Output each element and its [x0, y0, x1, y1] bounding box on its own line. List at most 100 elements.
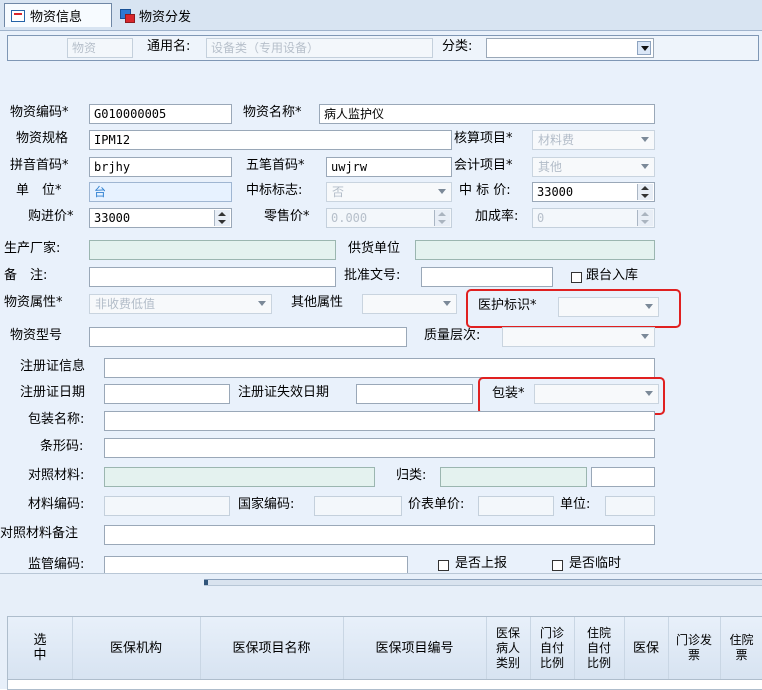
bid-price-label: 中 标 价: — [459, 183, 511, 198]
grid-header-inpatient-invoice[interactable]: 住院 票 — [720, 617, 762, 679]
material-spec-input[interactable]: IPM12 — [89, 130, 452, 150]
classify-extra-input[interactable] — [591, 467, 655, 487]
price-unit-input[interactable] — [478, 496, 554, 516]
tab-bar: 物资信息 物资分发 — [0, 0, 762, 31]
classify-label: 归类: — [396, 468, 427, 483]
manufacturer-input[interactable] — [89, 240, 336, 260]
grid-header-insurance[interactable]: 医保 — [624, 617, 669, 679]
bid-price-input[interactable]: 33000 — [532, 182, 655, 202]
cert-expire-label: 注册证失效日期 — [238, 385, 330, 400]
package-name-input[interactable] — [104, 411, 655, 431]
category-label: 分类: — [442, 39, 473, 54]
material-model-input[interactable] — [89, 327, 407, 347]
pinyin-label: 拼音首码* — [10, 158, 69, 173]
package-name-label: 包装名称: — [28, 412, 85, 427]
control-material-input[interactable] — [104, 467, 375, 487]
national-code-input[interactable] — [314, 496, 402, 516]
material-spec-label: 物资规格 — [16, 131, 69, 146]
material-name-input[interactable]: 病人监护仪 — [319, 104, 655, 124]
material-info-window: 物资信息 物资分发 物资 通用名: 设备类（专用设备） 分类: 物资编码* G0… — [0, 0, 762, 690]
remark-label: 备 注: — [4, 268, 48, 283]
material-spec-value: IPM12 — [94, 133, 131, 147]
follow-label: 跟台入库 — [586, 268, 639, 283]
unit2-input[interactable] — [605, 496, 655, 516]
markup-input[interactable]: 0 — [532, 208, 655, 228]
barcode-label: 条形码: — [40, 439, 84, 454]
control-note-input[interactable] — [104, 525, 655, 545]
supplier-input[interactable] — [415, 240, 655, 260]
cert-expire-input[interactable] — [356, 384, 473, 404]
material-info-panel: 物资 通用名: 设备类（专用设备） 分类: 物资编码* G010000005 物… — [0, 30, 762, 690]
accounting-item-select[interactable]: 其他 — [532, 157, 655, 177]
grid-header-insurance-org[interactable]: 医保机构 — [72, 617, 201, 679]
general-name-field: 设备类（专用设备） — [206, 38, 433, 58]
other-attr-label: 其他属性 — [291, 295, 344, 310]
grid-header-select[interactable]: 选 中 — [8, 617, 73, 679]
wubi-input[interactable]: uwjrw — [326, 157, 452, 177]
supplier-label: 供货单位 — [348, 241, 401, 256]
remark-input[interactable] — [89, 267, 336, 287]
bid-flag-select[interactable]: 否 — [326, 182, 452, 202]
retail-price-value: 0.000 — [331, 211, 368, 225]
material-info-icon — [11, 9, 25, 22]
classify-input[interactable] — [440, 467, 587, 487]
control-note-label: 对照材料备注 — [0, 526, 79, 541]
cert-date-input[interactable] — [104, 384, 230, 404]
chevron-down-icon[interactable] — [637, 41, 651, 55]
tab-material-info[interactable]: 物资信息 — [4, 3, 112, 27]
account-item-value: 材料费 — [538, 133, 575, 147]
horizontal-scrollbar[interactable] — [204, 579, 762, 586]
unit-input[interactable]: 台 — [89, 182, 232, 202]
top-filter-frame: 物资 通用名: 设备类（专用设备） 分类: — [7, 35, 759, 61]
retail-price-spinner[interactable] — [434, 210, 450, 226]
general-name-value: 设备类（专用设备） — [211, 41, 320, 55]
bid-flag-value: 否 — [332, 185, 345, 199]
tab-material-distribution[interactable]: 物资分发 — [114, 3, 206, 27]
grid-header-patient-type[interactable]: 医保 病人 类别 — [486, 617, 531, 679]
grid-header-outpatient-invoice[interactable]: 门诊发 票 — [668, 617, 721, 679]
pinyin-input[interactable]: brjhy — [89, 157, 232, 177]
tab-material-info-label: 物资信息 — [30, 10, 83, 25]
package-chevron-icon — [643, 388, 655, 400]
retail-price-input[interactable]: 0.000 — [326, 208, 452, 228]
material-code-small-input[interactable] — [104, 496, 230, 516]
markup-spinner[interactable] — [637, 210, 653, 226]
tab-material-distribution-label: 物资分发 — [139, 9, 192, 25]
report-label: 是否上报 — [455, 556, 508, 571]
cert-info-label: 注册证信息 — [20, 359, 86, 374]
purchase-price-input[interactable]: 33000 — [89, 208, 232, 228]
grid-header-item-number[interactable]: 医保项目编号 — [343, 617, 487, 679]
other-attr-select[interactable] — [362, 294, 457, 314]
approval-input[interactable] — [421, 267, 553, 287]
medical-insurance-grid-area: 选 中 医保机构 医保项目名称 医保项目编号 医保 病人 类别 门诊 自付 比例… — [0, 573, 762, 690]
barcode-input[interactable] — [104, 438, 655, 458]
category-select[interactable] — [486, 38, 654, 58]
medical-flag-chevron-icon — [643, 301, 655, 313]
bid-price-value: 33000 — [537, 185, 574, 199]
medical-flag-label: 医护标识* — [478, 298, 537, 313]
other-attr-chevron-icon — [441, 298, 453, 310]
wubi-value: uwjrw — [331, 160, 368, 174]
medical-insurance-grid[interactable]: 选 中 医保机构 医保项目名称 医保项目编号 医保 病人 类别 门诊 自付 比例… — [7, 616, 762, 690]
package-select[interactable] — [534, 384, 659, 404]
material-attr-select[interactable]: 非收费低值 — [89, 294, 272, 314]
quality-select[interactable] — [502, 327, 655, 347]
follow-checkbox[interactable] — [571, 272, 582, 283]
grid-header-item-name[interactable]: 医保项目名称 — [200, 617, 344, 679]
purchase-price-spinner[interactable] — [214, 210, 230, 226]
material-code-input[interactable]: G010000005 — [89, 104, 232, 124]
temporary-checkbox[interactable] — [552, 560, 563, 571]
retail-price-label: 零售价* — [264, 209, 310, 224]
account-item-label: 核算项目* — [454, 131, 513, 146]
material-name-label: 物资名称* — [243, 105, 302, 120]
report-checkbox[interactable] — [438, 560, 449, 571]
medical-flag-select[interactable] — [558, 297, 659, 317]
wubi-label: 五笔首码* — [246, 158, 305, 173]
account-item-select[interactable]: 材料费 — [532, 130, 655, 150]
grid-header-outpatient-ratio[interactable]: 门诊 自付 比例 — [530, 617, 575, 679]
grid-header-inpatient-ratio[interactable]: 住院 自付 比例 — [574, 617, 625, 679]
material-type-field: 物资 — [67, 38, 133, 58]
bid-price-spinner[interactable] — [637, 184, 653, 200]
cert-info-input[interactable] — [104, 358, 655, 378]
material-model-label: 物资型号 — [10, 328, 63, 343]
